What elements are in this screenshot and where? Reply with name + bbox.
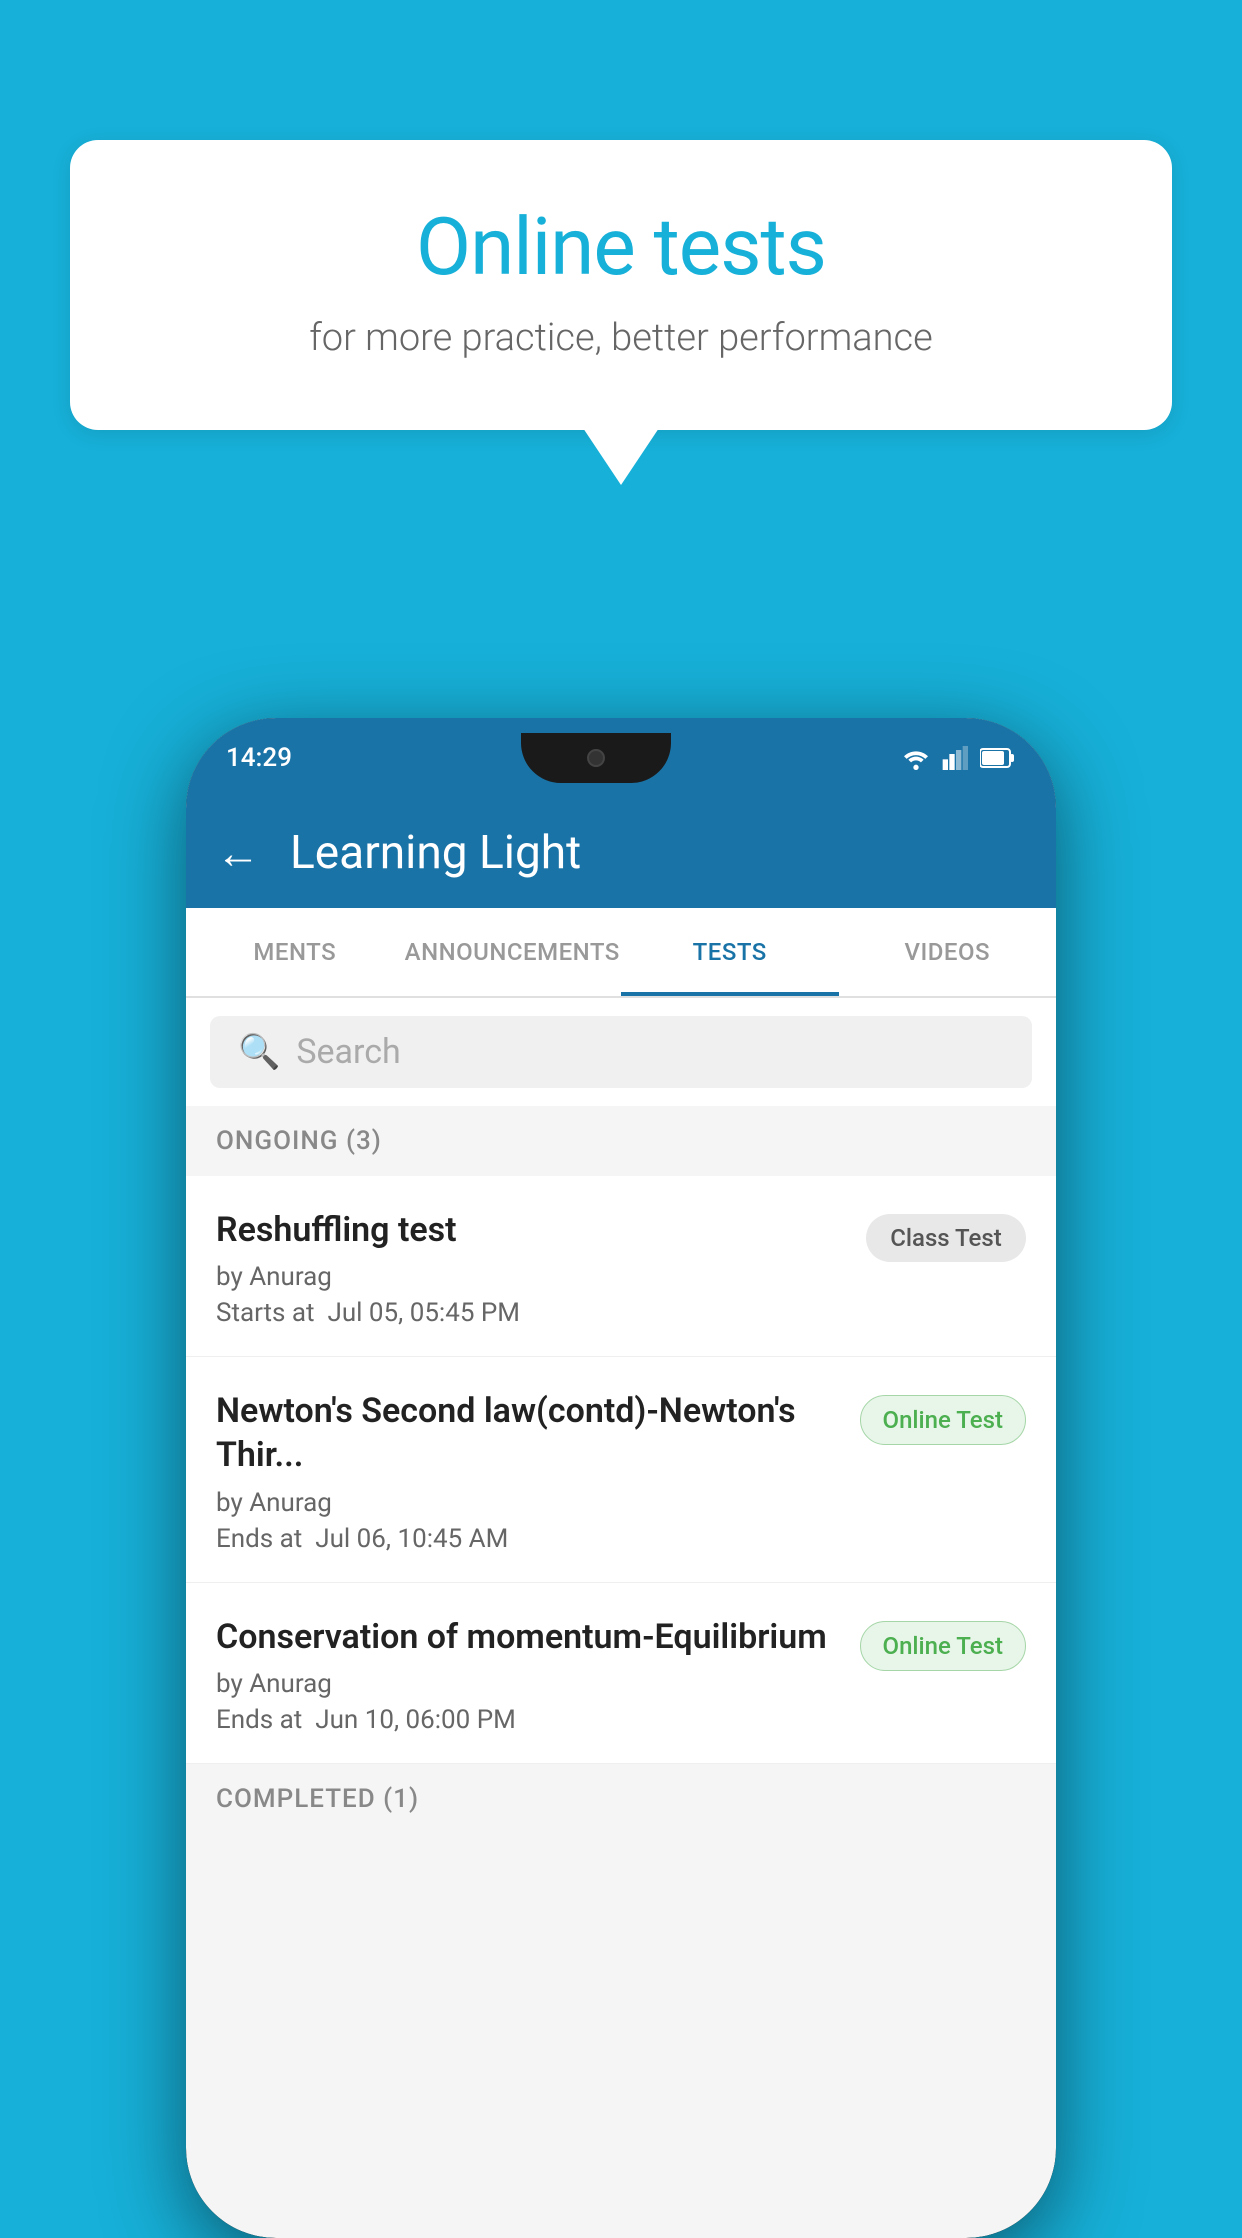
- speech-bubble-container: Online tests for more practice, better p…: [70, 140, 1172, 430]
- app-header-title: Learning Light: [290, 826, 581, 880]
- app-header: ← Learning Light: [186, 798, 1056, 908]
- tabs-bar: MENTS ANNOUNCEMENTS TESTS VIDEOS: [186, 908, 1056, 998]
- test-author: by Anurag: [216, 1488, 844, 1518]
- online-test-badge: Online Test: [860, 1621, 1026, 1671]
- online-test-badge: Online Test: [860, 1395, 1026, 1445]
- status-icons: [900, 746, 1016, 770]
- test-name: Reshuffling test: [216, 1208, 850, 1252]
- search-placeholder: Search: [296, 1032, 400, 1072]
- tab-announcements[interactable]: ANNOUNCEMENTS: [404, 908, 622, 996]
- test-item[interactable]: Conservation of momentum-Equilibrium by …: [186, 1583, 1056, 1764]
- status-bar: 14:29: [186, 718, 1056, 798]
- wifi-icon: [900, 746, 932, 770]
- status-time: 14:29: [226, 743, 292, 773]
- test-time: Ends at Jun 10, 06:00 PM: [216, 1705, 844, 1735]
- speech-bubble-subtitle: for more practice, better performance: [140, 316, 1102, 360]
- search-bar[interactable]: 🔍 Search: [210, 1016, 1032, 1088]
- back-button[interactable]: ←: [216, 831, 260, 875]
- test-name: Conservation of momentum-Equilibrium: [216, 1615, 844, 1659]
- test-item[interactable]: Newton's Second law(contd)-Newton's Thir…: [186, 1357, 1056, 1582]
- signal-icon: [942, 746, 970, 770]
- search-container: 🔍 Search: [186, 998, 1056, 1106]
- phone-frame: 14:29: [186, 718, 1056, 2238]
- notch: [521, 733, 671, 783]
- tab-ments[interactable]: MENTS: [186, 908, 404, 996]
- camera: [587, 749, 605, 767]
- test-time: Starts at Jul 05, 05:45 PM: [216, 1298, 850, 1328]
- test-author: by Anurag: [216, 1262, 850, 1292]
- test-info: Reshuffling test by Anurag Starts at Jul…: [216, 1208, 850, 1328]
- test-list: Reshuffling test by Anurag Starts at Jul…: [186, 1176, 1056, 1764]
- search-icon: 🔍: [238, 1032, 280, 1072]
- test-item[interactable]: Reshuffling test by Anurag Starts at Jul…: [186, 1176, 1056, 1357]
- ongoing-section-header: ONGOING (3): [186, 1106, 1056, 1176]
- test-time: Ends at Jul 06, 10:45 AM: [216, 1524, 844, 1554]
- tab-videos[interactable]: VIDEOS: [839, 908, 1057, 996]
- speech-bubble-title: Online tests: [140, 200, 1102, 294]
- test-author: by Anurag: [216, 1669, 844, 1699]
- test-info: Newton's Second law(contd)-Newton's Thir…: [216, 1389, 844, 1553]
- test-info: Conservation of momentum-Equilibrium by …: [216, 1615, 844, 1735]
- class-test-badge: Class Test: [866, 1214, 1026, 1262]
- battery-icon: [980, 747, 1016, 769]
- test-name: Newton's Second law(contd)-Newton's Thir…: [216, 1389, 844, 1477]
- tab-tests[interactable]: TESTS: [621, 908, 839, 996]
- completed-section-header: COMPLETED (1): [186, 1764, 1056, 1834]
- speech-bubble: Online tests for more practice, better p…: [70, 140, 1172, 430]
- phone-screen: 14:29: [186, 718, 1056, 2238]
